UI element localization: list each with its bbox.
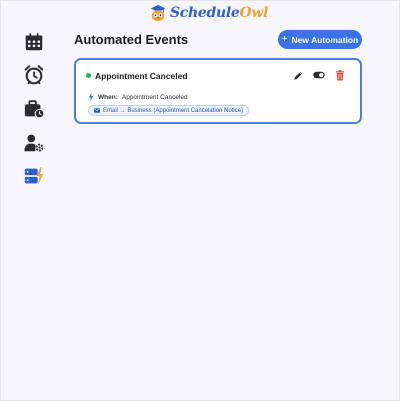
sidebar-item-automations[interactable] <box>22 164 46 188</box>
automation-title: Appointment Canceled <box>95 71 188 81</box>
sidebar-item-account[interactable] <box>22 131 46 155</box>
trigger-row: When: Appointment Canceled <box>88 93 188 101</box>
briefcase-clock-icon <box>24 100 45 119</box>
app-logo[interactable]: ScheduleOwl <box>149 3 268 23</box>
delete-button[interactable] <box>334 69 346 81</box>
plus-icon: + <box>281 33 288 45</box>
user-gear-icon <box>24 134 44 152</box>
edit-icon <box>293 71 302 80</box>
logo-text-schedule: Schedule <box>170 5 240 21</box>
toggle-icon <box>313 71 325 79</box>
trigger-value: Appointment Canceled <box>121 93 188 101</box>
page-title: Automated Events <box>74 32 189 47</box>
toggle-button[interactable] <box>313 69 325 81</box>
action-label: Email → Business (Appointment Cancelatio… <box>103 107 244 114</box>
new-automation-button[interactable]: + New Automation <box>278 30 362 49</box>
server-bolt-icon <box>24 167 44 185</box>
logo-wordmark: ScheduleOwl <box>170 5 268 21</box>
sidebar-item-reminders[interactable] <box>22 63 46 87</box>
logo-text-owl: Owl <box>239 5 269 21</box>
action-chip[interactable]: Email → Business (Appointment Cancelatio… <box>88 105 250 116</box>
envelope-icon <box>94 108 100 113</box>
new-automation-label: New Automation <box>291 34 359 45</box>
card-actions <box>292 69 346 81</box>
status-indicator <box>86 73 91 78</box>
automation-card[interactable]: Appointment Canceled When: Appointment C… <box>74 58 362 124</box>
delete-icon <box>336 69 344 80</box>
owl-logo-icon <box>150 4 166 22</box>
sidebar-item-services[interactable] <box>22 97 46 121</box>
alarm-clock-icon <box>24 65 44 85</box>
sidebar-item-calendar[interactable] <box>22 30 46 54</box>
calendar-icon <box>25 33 43 51</box>
trigger-label: When: <box>98 93 118 101</box>
edit-button[interactable] <box>292 69 304 81</box>
bolt-icon <box>88 93 94 101</box>
